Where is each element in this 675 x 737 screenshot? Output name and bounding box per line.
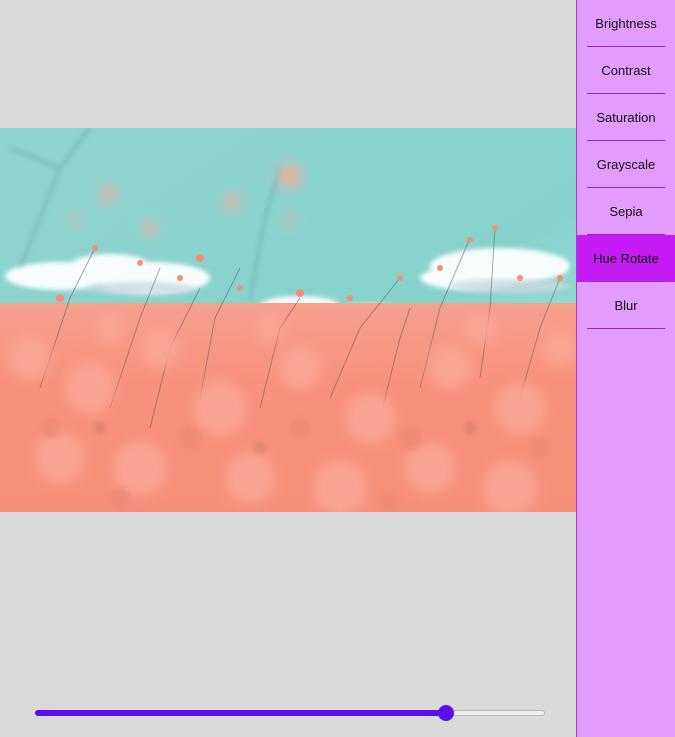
sidebar-item-saturation[interactable]: Saturation <box>577 94 675 141</box>
sidebar-item-label: Saturation <box>596 110 656 125</box>
sidebar-item-blur[interactable]: Blur <box>577 282 675 329</box>
filter-amount-slider[interactable] <box>35 705 545 721</box>
sidebar-item-label: Sepia <box>609 204 643 219</box>
photo-icon <box>0 128 576 512</box>
sidebar-item-label: Hue Rotate <box>593 251 659 266</box>
sidebar-item-sepia[interactable]: Sepia <box>577 188 675 235</box>
sidebar-item-label: Brightness <box>595 16 657 31</box>
filter-sidebar: Brightness Contrast Saturation Grayscale… <box>576 0 675 737</box>
sidebar-item-contrast[interactable]: Contrast <box>577 47 675 94</box>
slider-thumb[interactable] <box>438 705 455 721</box>
preview-area <box>0 0 576 737</box>
sidebar-item-hue-rotate[interactable]: Hue Rotate <box>577 235 675 282</box>
sidebar-item-label: Contrast <box>601 63 651 78</box>
sidebar-item-grayscale[interactable]: Grayscale <box>577 141 675 188</box>
sidebar-item-brightness[interactable]: Brightness <box>577 0 675 47</box>
sidebar-item-label: Grayscale <box>596 157 656 172</box>
app-window: Brightness Contrast Saturation Grayscale… <box>0 0 675 737</box>
filtered-photo <box>0 128 576 512</box>
slider-fill <box>35 710 447 716</box>
sidebar-item-label: Blur <box>614 298 638 313</box>
